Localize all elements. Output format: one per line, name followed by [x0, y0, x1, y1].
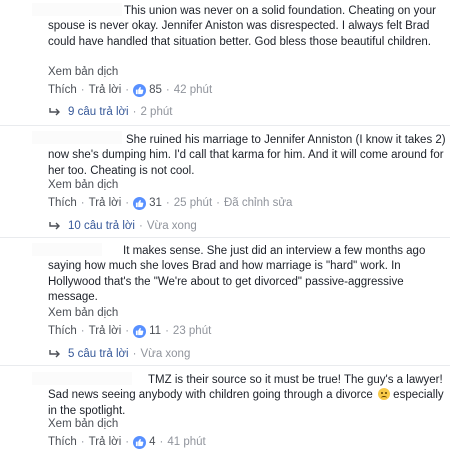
comment-time[interactable]: 23 phút [173, 325, 211, 337]
edited-label[interactable]: Đã chỉnh sửa [224, 197, 292, 209]
replies-time: Vừa xong [146, 220, 197, 232]
sad-emoji-icon [377, 388, 390, 401]
like-button[interactable]: Thích [48, 197, 77, 209]
separator: · [139, 220, 143, 232]
like-button[interactable]: Thích [48, 84, 77, 96]
reply-button[interactable]: Trả lời [89, 325, 122, 337]
comment-4: TMZ is their source so it must be true! … [0, 366, 450, 451]
reply-arrow-icon [49, 108, 60, 116]
comment-3: It makes sense. She just did an intervie… [0, 238, 450, 363]
replies-count[interactable]: 10 câu trả lời [68, 220, 135, 232]
reply-arrow-icon [49, 350, 60, 358]
like-icon[interactable] [133, 196, 147, 210]
see-translation-link[interactable]: Xem bản dịch [48, 307, 118, 319]
separator: · [165, 325, 169, 337]
like-button[interactable]: Thích [48, 436, 77, 448]
comment-time[interactable]: 42 phút [174, 84, 212, 96]
comment-text: This union was never on a solid foundati… [48, 5, 436, 48]
separator: · [165, 84, 170, 96]
separator: · [132, 348, 137, 360]
separator: · [80, 84, 85, 96]
view-replies-link[interactable]: 5 câu trả lời · Vừa xong [48, 346, 190, 362]
see-translation-link[interactable]: Xem bản dịch [48, 179, 118, 191]
view-replies-link[interactable]: 10 câu trả lời · Vừa xong [48, 218, 197, 234]
reaction-count[interactable]: 85 [149, 84, 162, 96]
replies-count[interactable]: 9 câu trả lời [68, 106, 129, 118]
separator: · [159, 436, 164, 448]
replies-count[interactable]: 5 câu trả lời [68, 348, 129, 360]
comment-2: She ruined his marriage to Jennifer Anni… [0, 126, 450, 236]
separator: · [165, 197, 170, 209]
separator: · [80, 436, 85, 448]
like-icon[interactable] [133, 435, 147, 449]
replies-time: 2 phút [140, 106, 173, 118]
comment-text: It makes sense. She just did an intervie… [48, 245, 426, 304]
separator: · [125, 84, 130, 96]
see-translation-link[interactable]: Xem bản dịch [48, 66, 118, 78]
view-replies-link[interactable]: 9 câu trả lời · 2 phút [48, 104, 172, 120]
like-button[interactable]: Thích [48, 325, 77, 337]
comment-time[interactable]: 25 phút [174, 197, 212, 209]
comment-actions: Thích · Trả lời · 31 · 25 phút · Đã chỉn… [48, 195, 292, 211]
separator: · [80, 197, 85, 209]
like-icon[interactable] [133, 324, 147, 338]
comment-actions: Thích · Trả lời · 85 · 42 phút [48, 82, 212, 98]
comment-text: TMZ is their source so it must be true! … [48, 373, 446, 419]
reply-arrow-icon [49, 222, 60, 230]
reaction-count[interactable]: 31 [149, 197, 162, 209]
separator: · [125, 436, 130, 448]
comment-actions: Thích · Trả lời · 4 · 41 phút [48, 434, 206, 450]
reply-button[interactable]: Trả lời [89, 84, 122, 96]
comment-time[interactable]: 41 phút [167, 436, 205, 448]
comment-actions: Thích · Trả lời · 11 · 23 phút [48, 323, 211, 339]
comment-text: She ruined his marriage to Jennifer Anni… [48, 134, 446, 177]
separator: · [216, 197, 220, 209]
reaction-count[interactable]: 4 [149, 436, 155, 448]
reply-button[interactable]: Trả lời [89, 197, 122, 209]
separator: · [132, 106, 137, 118]
separator: · [80, 325, 85, 337]
reaction-count[interactable]: 11 [149, 325, 161, 337]
like-icon[interactable] [133, 83, 147, 97]
see-translation-link[interactable]: Xem bản dịch [48, 418, 118, 430]
reply-button[interactable]: Trả lời [89, 436, 122, 448]
replies-time: Vừa xong [140, 348, 191, 360]
separator: · [125, 325, 130, 337]
separator: · [125, 197, 130, 209]
comment-1: This union was never on a solid foundati… [0, 0, 450, 122]
